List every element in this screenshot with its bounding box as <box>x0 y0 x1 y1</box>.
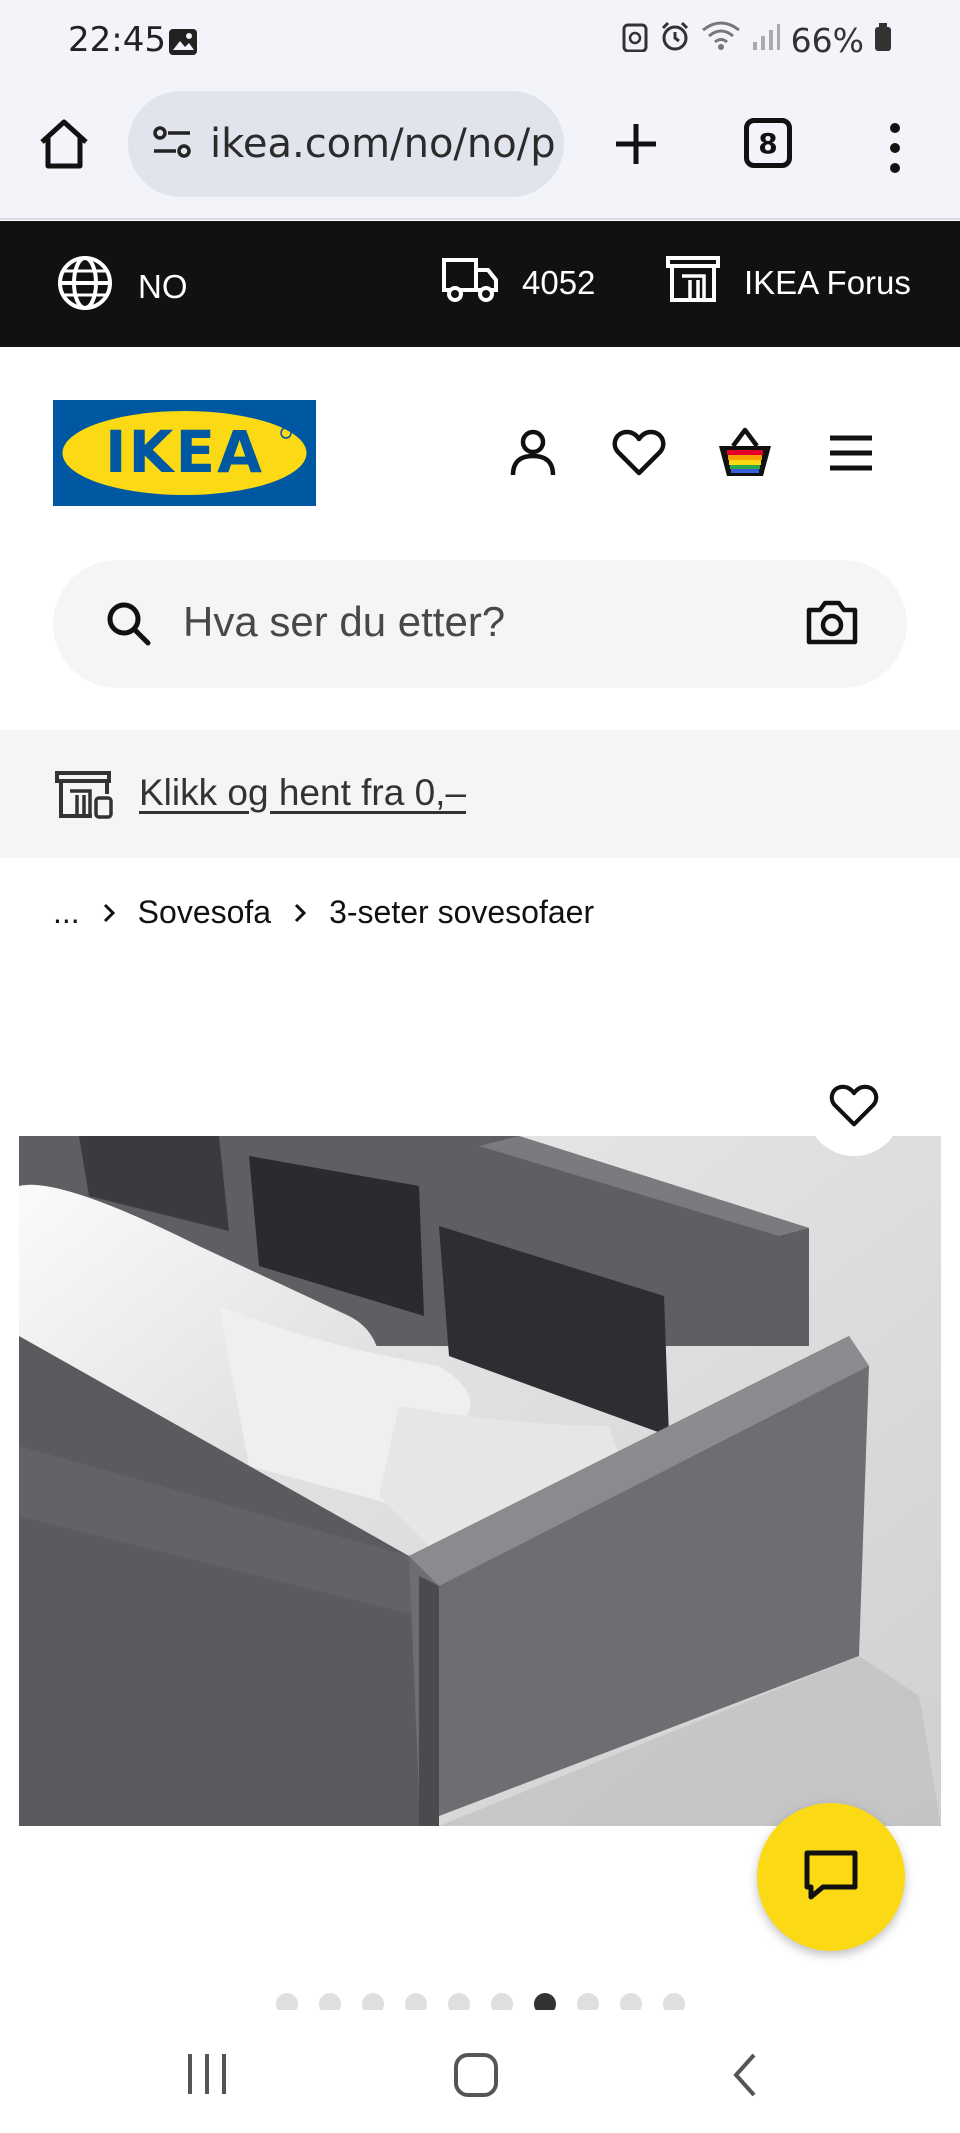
postal-code-selector[interactable]: 4052 <box>440 254 595 312</box>
chevron-right-icon <box>102 902 116 924</box>
android-nav-bar <box>0 2010 960 2133</box>
signal-icon <box>751 21 781 60</box>
search-placeholder: Hva ser du etter? <box>183 598 506 645</box>
menu-icon[interactable] <box>818 420 884 486</box>
url-bar[interactable]: ikea.com/no/no/p <box>128 91 564 197</box>
status-icons: 66% <box>621 20 892 60</box>
store-icon <box>664 254 722 312</box>
camera-icon[interactable] <box>805 598 859 651</box>
ikea-logo[interactable]: IKEA <box>53 400 316 506</box>
breadcrumb: ... Sovesofa 3-seter sovesofaer <box>53 894 594 931</box>
store-selector[interactable]: IKEA Forus <box>664 254 911 312</box>
home-nav-icon[interactable] <box>453 2052 499 2103</box>
more-vertical-icon[interactable] <box>880 120 910 176</box>
truck-icon <box>440 254 500 312</box>
status-time: 22:45 <box>68 20 166 60</box>
home-icon[interactable] <box>34 114 94 174</box>
browser-toolbar: ikea.com/no/no/p 8 <box>0 86 960 220</box>
store-label: IKEA Forus <box>744 264 911 301</box>
recycle-icon <box>621 21 649 60</box>
chevron-right-icon <box>293 902 307 924</box>
product-image[interactable] <box>19 1136 941 1826</box>
url-text: ikea.com/no/no/p <box>210 121 556 167</box>
click-collect-banner: Klikk og hent fra 0,– <box>0 730 960 858</box>
header-actions <box>500 420 900 486</box>
language-label: NO <box>138 268 188 305</box>
gallery-icon <box>168 28 198 61</box>
status-bar: 22:45 66% <box>0 0 960 86</box>
recent-apps-icon[interactable] <box>184 2052 230 2101</box>
chat-button[interactable] <box>757 1803 905 1951</box>
account-icon[interactable] <box>500 420 566 486</box>
globe-icon <box>56 254 114 320</box>
alarm-icon <box>659 20 691 60</box>
wifi-icon <box>701 20 741 60</box>
breadcrumb-3-seter-sovesofaer[interactable]: 3-seter sovesofaer <box>329 894 594 931</box>
battery-percent: 66% <box>790 20 864 60</box>
heart-icon[interactable] <box>606 420 672 486</box>
plus-icon[interactable] <box>608 116 664 172</box>
svg-text:IKEA: IKEA <box>105 418 264 486</box>
product-favorite-button[interactable] <box>806 1060 902 1156</box>
shopping-bag-icon[interactable] <box>712 420 778 486</box>
heart-icon <box>829 1084 879 1133</box>
location-bar: NO 4052 IKEA Forus <box>0 221 960 347</box>
battery-icon <box>874 21 892 60</box>
tab-switcher-button[interactable]: 8 <box>744 118 792 168</box>
breadcrumb-ellipsis[interactable]: ... <box>53 894 80 931</box>
chat-icon <box>801 1847 861 1908</box>
search-bar[interactable]: Hva ser du etter? <box>53 560 907 688</box>
store-pickup-icon <box>54 770 114 825</box>
back-icon[interactable] <box>730 2052 760 2103</box>
language-selector[interactable]: NO <box>56 254 188 320</box>
breadcrumb-sovesofa[interactable]: Sovesofa <box>138 894 271 931</box>
site-settings-icon[interactable] <box>150 122 194 167</box>
click-collect-link[interactable]: Klikk og hent fra 0,– <box>139 772 466 814</box>
search-icon <box>105 600 153 653</box>
postal-code-label: 4052 <box>522 264 596 301</box>
